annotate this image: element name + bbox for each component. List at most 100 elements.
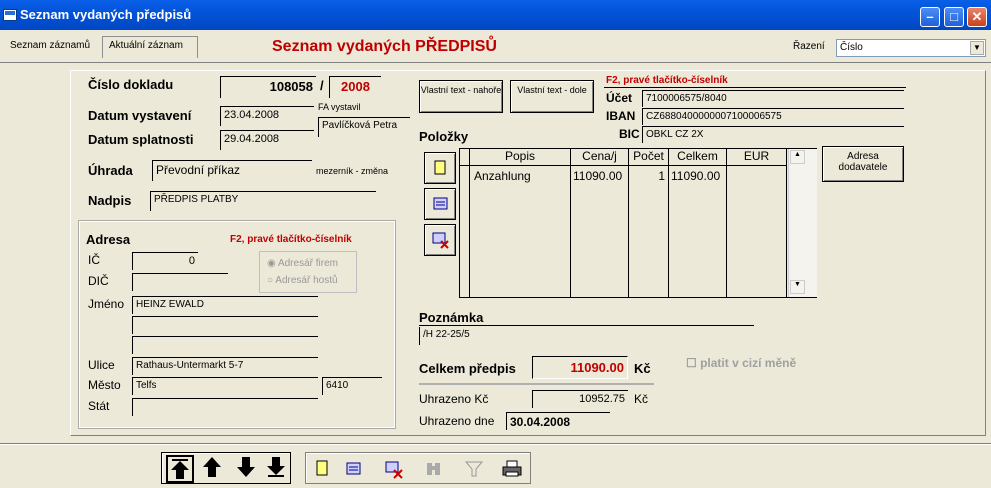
note-label: Poznámka — [419, 310, 484, 325]
payment-field[interactable]: Převodní příkaz — [152, 160, 312, 181]
issued-by-label: FA vystavil — [318, 102, 361, 112]
zip-field[interactable]: 6410 — [322, 377, 382, 395]
issued-date-label: Datum vystavení — [88, 108, 192, 123]
delete-record-button[interactable] — [382, 457, 408, 483]
column-eur[interactable]: EUR — [727, 149, 787, 166]
account-field[interactable]: 7100006575/8040 — [642, 90, 904, 107]
column-pocet[interactable]: Počet — [629, 149, 669, 166]
add-item-button[interactable] — [424, 152, 456, 184]
tab-strip: Seznam záznamů Aktuální záznam Seznam vy… — [0, 30, 991, 62]
totals-divider — [419, 383, 654, 385]
filter-icon — [464, 461, 484, 477]
next-record-button[interactable] — [234, 455, 262, 483]
filter-button[interactable] — [462, 457, 488, 483]
edit-item-button[interactable] — [424, 188, 456, 220]
heading-field[interactable]: PŘEDPIS PLATBY — [150, 191, 376, 211]
issued-by-field[interactable]: Pavlíčková Petra — [318, 117, 410, 137]
name3-field[interactable] — [132, 336, 318, 354]
first-record-button[interactable] — [166, 455, 194, 483]
doc-number-field[interactable]: 108058 — [220, 76, 316, 98]
cell-pocet: 1 — [658, 169, 665, 183]
city-field[interactable]: Telfs — [132, 377, 318, 395]
items-grid[interactable]: Popis Cena/j Počet Celkem EUR Anzahlung … — [459, 148, 817, 298]
app-icon — [3, 9, 17, 21]
delete-icon — [385, 461, 403, 479]
dic-field[interactable] — [132, 273, 228, 291]
grid-row-selector — [460, 166, 470, 298]
due-date-label: Datum splatnosti — [88, 132, 194, 147]
radio-guests-label: Adresář hostů — [275, 275, 338, 286]
city-label: Město — [88, 378, 121, 392]
printer-icon — [502, 460, 522, 477]
account-label: Účet — [606, 91, 633, 105]
ic-field[interactable]: 0 — [132, 252, 198, 270]
scroll-up-icon[interactable]: ▲ — [790, 150, 805, 164]
custom-text-top-button[interactable]: Vlastní text - nahoře — [419, 80, 503, 113]
grid-col-pocet — [629, 166, 669, 298]
doc-number-slash: / — [320, 78, 324, 93]
last-record-button[interactable] — [264, 455, 292, 483]
edit-icon — [346, 462, 361, 475]
column-popis[interactable]: Popis — [470, 149, 571, 166]
paid-field[interactable]: 10952.75 — [532, 390, 628, 408]
column-celkem[interactable]: Celkem — [669, 149, 727, 166]
sort-select[interactable]: Číslo ▼ — [836, 39, 986, 57]
name-field[interactable]: HEINZ EWALD — [132, 296, 318, 314]
issued-date-field[interactable]: 23.04.2008 — [220, 106, 314, 126]
address-hint: F2, pravé tlačítko-číselník — [230, 234, 352, 245]
new-document-icon — [316, 460, 328, 476]
maximize-button[interactable]: □ — [944, 7, 964, 27]
payment-hint: mezerník - změna — [316, 166, 389, 176]
supplier-address-button[interactable]: Adresa dodavatele — [822, 146, 904, 182]
street-field[interactable]: Rathaus-Untermarkt 5-7 — [132, 357, 318, 375]
bank-separator — [604, 87, 906, 88]
print-button[interactable] — [500, 457, 526, 483]
tab-current-record[interactable]: Aktuální záznam — [102, 36, 198, 58]
total-currency: Kč — [634, 361, 651, 376]
total-field[interactable]: 11090.00 — [532, 356, 628, 379]
delete-item-button[interactable] — [424, 224, 456, 256]
chevron-down-icon: ▼ — [970, 41, 984, 55]
country-field[interactable] — [132, 398, 318, 416]
column-cena[interactable]: Cena/j — [571, 149, 629, 166]
sort-label: Řazení — [793, 41, 825, 52]
action-toolbar — [305, 452, 531, 484]
new-record-button[interactable] — [310, 457, 336, 483]
edit-record-button[interactable] — [342, 457, 368, 483]
bic-field[interactable]: OBKL CZ 2X — [642, 126, 904, 143]
last-arrow-icon — [267, 457, 285, 477]
binoculars-icon — [427, 463, 440, 475]
total-label: Celkem předpis — [419, 361, 516, 376]
name2-field[interactable] — [132, 316, 318, 334]
foreign-currency-checkbox[interactable]: ☐ platit v cizí měně — [686, 356, 796, 370]
close-button[interactable]: ✕ — [967, 7, 987, 27]
foreign-currency-label: platit v cizí měně — [700, 356, 797, 370]
minimize-button[interactable]: – — [920, 7, 940, 27]
radio-firms-label: Adresář firem — [277, 258, 338, 269]
status-divider — [0, 443, 991, 445]
bank-hint: F2, pravé tlačítko-číselník — [606, 75, 728, 86]
cell-cena: 11090.00 — [573, 169, 623, 183]
custom-text-bottom-button[interactable]: Vlastní text - dole — [510, 80, 594, 113]
binoculars-button[interactable] — [422, 457, 448, 483]
cell-celkem: 11090.00 — [671, 169, 721, 183]
paid-date-label: Uhrazeno dne — [419, 414, 495, 428]
scroll-down-icon[interactable]: ▼ — [790, 280, 805, 294]
paid-date-field[interactable]: 30.04.2008 — [506, 412, 610, 430]
doc-year-field[interactable]: 2008 — [329, 76, 381, 98]
due-date-field[interactable]: 29.04.2008 — [220, 130, 314, 150]
down-arrow-icon — [237, 457, 255, 477]
grid-col-popis — [470, 166, 571, 298]
dic-label: DIČ — [88, 274, 109, 288]
radio-address-guests[interactable]: ○ Adresář hostů — [267, 275, 338, 286]
page-title: Seznam vydaných PŘEDPISŮ — [272, 38, 497, 55]
iban-field[interactable]: CZ6880400000007100006575 — [642, 108, 904, 125]
new-document-icon — [434, 160, 446, 175]
note-field[interactable]: /H 22-25/5 — [419, 327, 649, 345]
grid-scrollbar[interactable]: ▲ ▼ — [788, 149, 817, 297]
radio-address-firms[interactable]: ◉ Adresář firem — [267, 258, 338, 269]
tab-record-list[interactable]: Seznam záznamů — [10, 40, 90, 51]
up-arrow-icon — [203, 457, 221, 477]
previous-record-button[interactable] — [200, 455, 228, 483]
items-title: Položky — [419, 129, 469, 144]
